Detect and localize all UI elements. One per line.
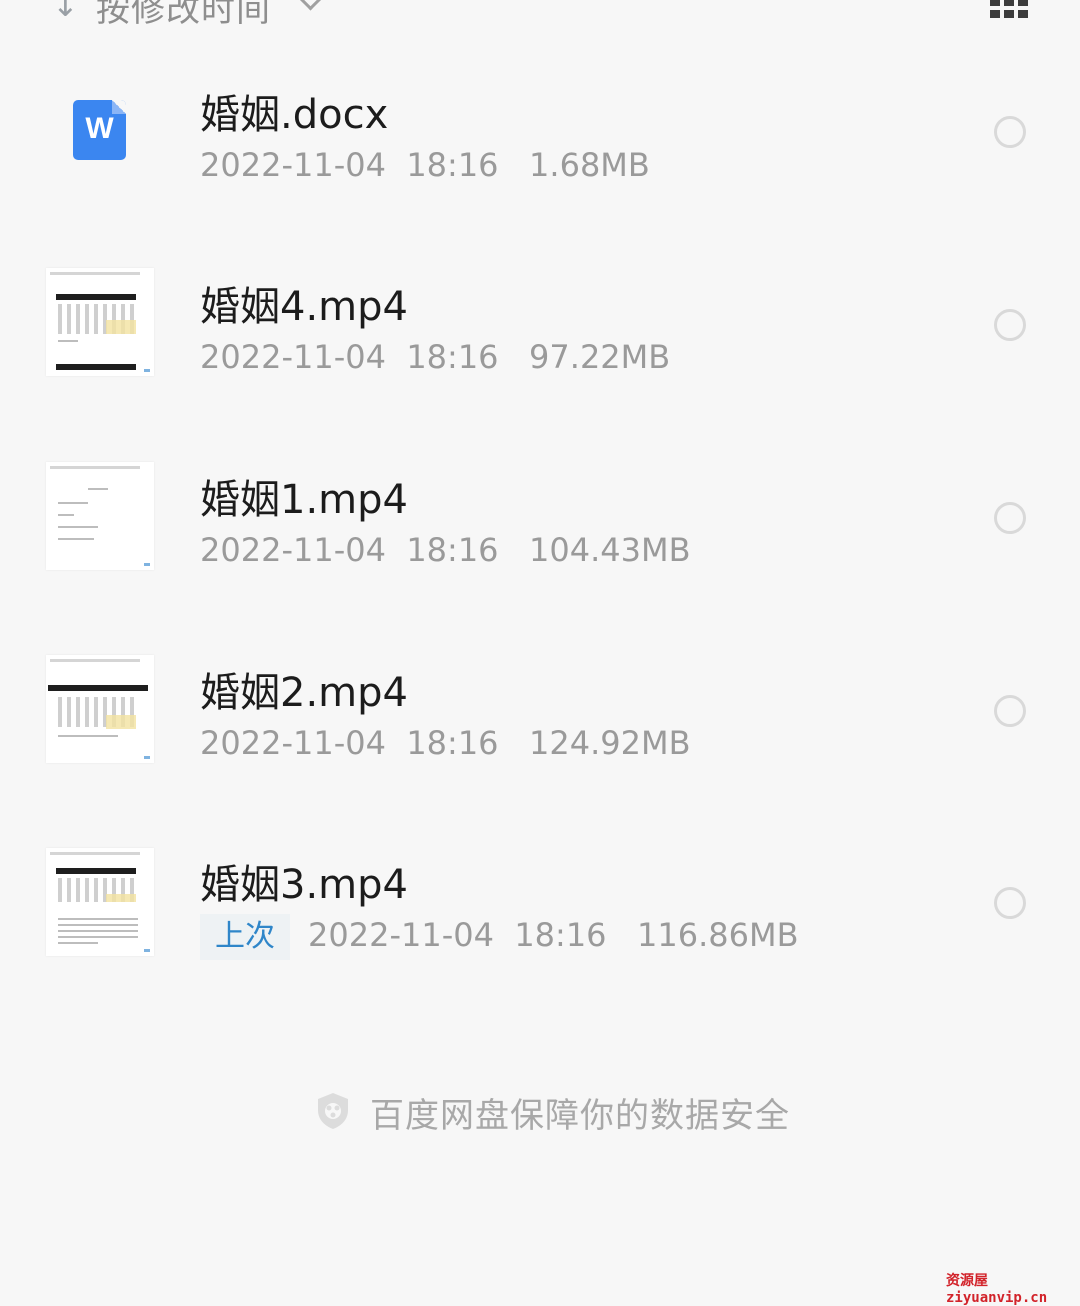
file-time: 18:16 <box>514 916 607 954</box>
shield-icon <box>318 1093 348 1129</box>
file-row[interactable]: 婚姻3.mp4 上次 2022-11-04 18:16 116.86MB <box>0 0 1080 960</box>
file-date: 2022-11-04 <box>200 724 386 762</box>
file-time: 18:16 <box>406 338 499 376</box>
video-thumbnail <box>46 462 154 570</box>
file-name: 婚姻4.mp4 <box>200 284 408 330</box>
file-date: 2022-11-04 <box>308 916 494 954</box>
watermark: 资源屋ziyuanvip.cn <box>946 1273 1048 1306</box>
video-thumbnail <box>46 268 154 376</box>
select-radio[interactable] <box>994 695 1026 727</box>
file-name: 婚姻3.mp4 <box>200 862 408 908</box>
file-size: 97.22MB <box>529 338 671 376</box>
select-radio[interactable] <box>994 502 1026 534</box>
file-meta: 2022-11-04 18:16 97.22MB <box>200 338 670 376</box>
video-thumbnail <box>46 848 154 956</box>
file-meta: 2022-11-04 18:16 116.86MB <box>308 916 799 954</box>
file-time: 18:16 <box>406 724 499 762</box>
last-opened-badge: 上次 <box>200 914 290 960</box>
file-size: 116.86MB <box>637 916 799 954</box>
file-size: 124.92MB <box>529 724 691 762</box>
file-date: 2022-11-04 <box>200 338 386 376</box>
file-time: 18:16 <box>406 531 499 569</box>
security-footer: 百度网盘保障你的数据安全 <box>0 1086 1080 1136</box>
file-meta: 2022-11-04 18:16 124.92MB <box>200 724 691 762</box>
file-size: 104.43MB <box>529 531 691 569</box>
video-thumbnail <box>46 655 154 763</box>
file-meta: 2022-11-04 18:16 104.43MB <box>200 531 691 569</box>
file-date: 2022-11-04 <box>200 531 386 569</box>
file-name: 婚姻1.mp4 <box>200 477 408 523</box>
select-radio[interactable] <box>994 887 1026 919</box>
file-name: 婚姻2.mp4 <box>200 670 408 716</box>
footer-text: 百度网盘保障你的数据安全 <box>370 1096 790 1136</box>
select-radio[interactable] <box>994 309 1026 341</box>
